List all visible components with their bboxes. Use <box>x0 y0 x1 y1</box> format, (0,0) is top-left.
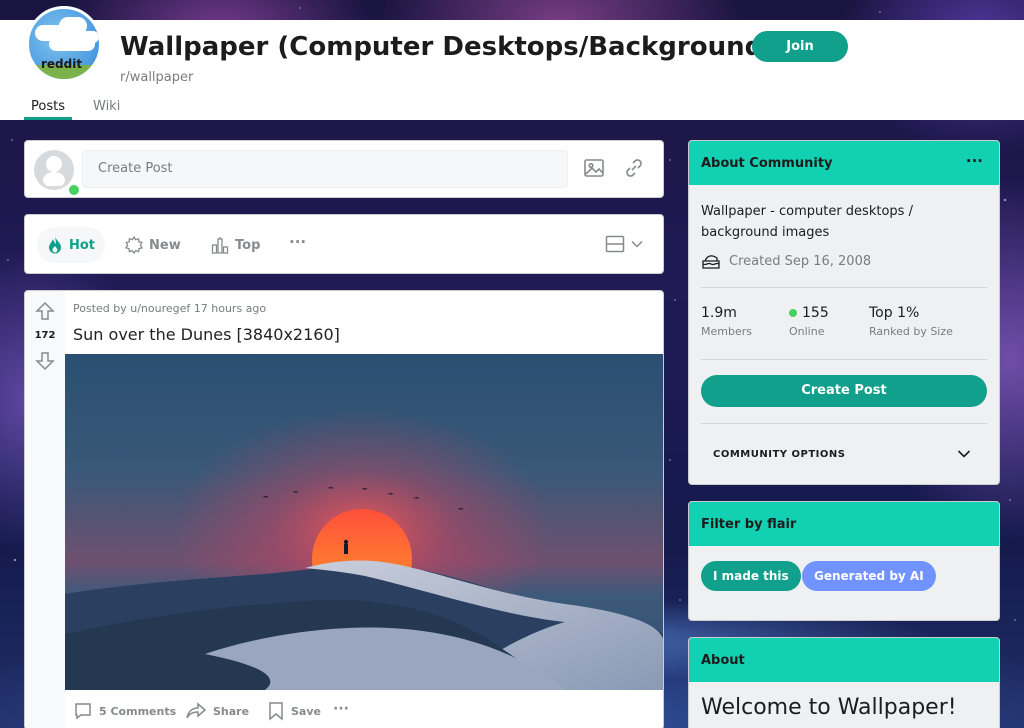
post-meta[interactable]: Posted by u/nouregef 17 hours ago <box>73 302 266 315</box>
comments-label: 5 Comments <box>99 704 177 718</box>
community-header: reddit Wallpaper (Computer Desktops/Back… <box>0 6 1024 120</box>
divider <box>701 423 987 424</box>
post-more-button[interactable]: ··· <box>333 701 349 717</box>
stat-members: 1.9m Members <box>701 305 752 338</box>
sort-new-label: New <box>149 237 181 253</box>
community-title: Wallpaper (Computer Desktops/Backgrounds… <box>120 32 791 62</box>
about-community-heading: About Community <box>701 156 833 171</box>
flair-chip-i-made-this[interactable]: I made this <box>701 561 801 591</box>
flair-chip-generated-by-ai[interactable]: Generated by AI <box>802 561 936 591</box>
user-avatar[interactable] <box>34 150 81 197</box>
downvote-icon[interactable] <box>35 351 55 371</box>
upvote-icon[interactable] <box>35 301 55 321</box>
about-header: About <box>689 638 999 682</box>
flame-icon <box>49 237 61 254</box>
created-date: Created Sep 16, 2008 <box>701 252 871 270</box>
top-chart-icon <box>211 237 229 254</box>
share-button[interactable]: Share <box>185 701 249 721</box>
new-burst-icon <box>125 236 143 254</box>
tab-posts[interactable]: Posts <box>24 96 72 120</box>
welcome-text: Welcome to Wallpaper! <box>701 695 957 720</box>
share-label: Share <box>213 704 250 718</box>
created-date-label: Created Sep 16, 2008 <box>729 253 872 269</box>
post-image[interactable] <box>65 354 663 690</box>
online-dot <box>789 309 797 317</box>
community-options-toggle[interactable]: COMMUNITY OPTIONS <box>713 449 845 460</box>
members-label: Members <box>701 325 752 338</box>
community-description: Wallpaper - computer desktops / backgrou… <box>701 204 913 240</box>
chevron-down-icon <box>631 240 643 248</box>
link-icon[interactable] <box>623 157 647 181</box>
about-more-button[interactable]: ··· <box>966 152 983 170</box>
post-title[interactable]: Sun over the Dunes [3840x2160] <box>73 325 340 344</box>
sort-hot-label: Hot <box>69 237 96 253</box>
chevron-down-icon[interactable] <box>957 449 971 459</box>
online-label: Online <box>789 325 825 338</box>
sort-new-button[interactable]: New <box>115 227 191 263</box>
sort-top-button[interactable]: Top <box>201 227 270 263</box>
filter-by-flair-card: Filter by flair I made this Generated by… <box>688 501 1000 621</box>
divider <box>701 287 987 288</box>
tab-wiki[interactable]: Wiki <box>86 96 127 120</box>
share-icon <box>186 702 207 719</box>
card-view-icon <box>605 235 625 253</box>
create-post-bar: Create Post <box>24 140 664 198</box>
cake-icon <box>702 255 720 269</box>
rank-label: Ranked by Size <box>869 325 953 338</box>
community-avatar[interactable]: reddit <box>26 6 102 82</box>
sort-bar: Hot New Top ··· <box>24 214 664 274</box>
create-post-input[interactable]: Create Post <box>82 150 568 188</box>
online-count: 155 <box>802 305 829 321</box>
avatar-text: reddit <box>41 57 83 71</box>
stat-online: 155 Online <box>789 305 829 338</box>
about-community-header: About Community ··· <box>689 141 999 185</box>
sort-top-label: Top <box>235 237 261 253</box>
flair-heading: Filter by flair <box>701 517 797 532</box>
post-card[interactable]: 172 Posted by u/nouregef 17 hours ago Su… <box>24 290 664 728</box>
sidebar-create-post-button[interactable]: Create Post <box>701 375 987 407</box>
online-status-dot <box>67 183 81 197</box>
about-card: About Welcome to Wallpaper! <box>688 637 1000 728</box>
comment-icon <box>75 703 91 720</box>
members-count: 1.9m <box>701 305 737 321</box>
sort-hot-button[interactable]: Hot <box>37 227 106 263</box>
save-label: Save <box>291 704 321 718</box>
comments-button[interactable]: 5 Comments <box>73 701 176 721</box>
vote-column: 172 <box>25 291 65 728</box>
post-actions-bar: 5 Comments Share Save ··· <box>65 691 663 728</box>
bookmark-icon <box>269 702 283 721</box>
about-community-card: About Community ··· Wallpaper - computer… <box>688 140 1000 485</box>
community-handle: r/wallpaper <box>120 70 194 85</box>
about-heading: About <box>701 653 745 668</box>
stat-rank: Top 1% Ranked by Size <box>869 305 953 338</box>
save-button[interactable]: Save <box>267 701 321 721</box>
view-layout-toggle[interactable] <box>605 235 643 253</box>
sort-more-button[interactable]: ··· <box>289 233 306 251</box>
rank-value: Top 1% <box>869 305 920 321</box>
image-upload-icon[interactable] <box>583 157 607 181</box>
vote-count: 172 <box>34 330 56 341</box>
divider <box>701 359 987 360</box>
join-button[interactable]: Join <box>752 31 848 62</box>
flair-header: Filter by flair <box>689 502 999 546</box>
